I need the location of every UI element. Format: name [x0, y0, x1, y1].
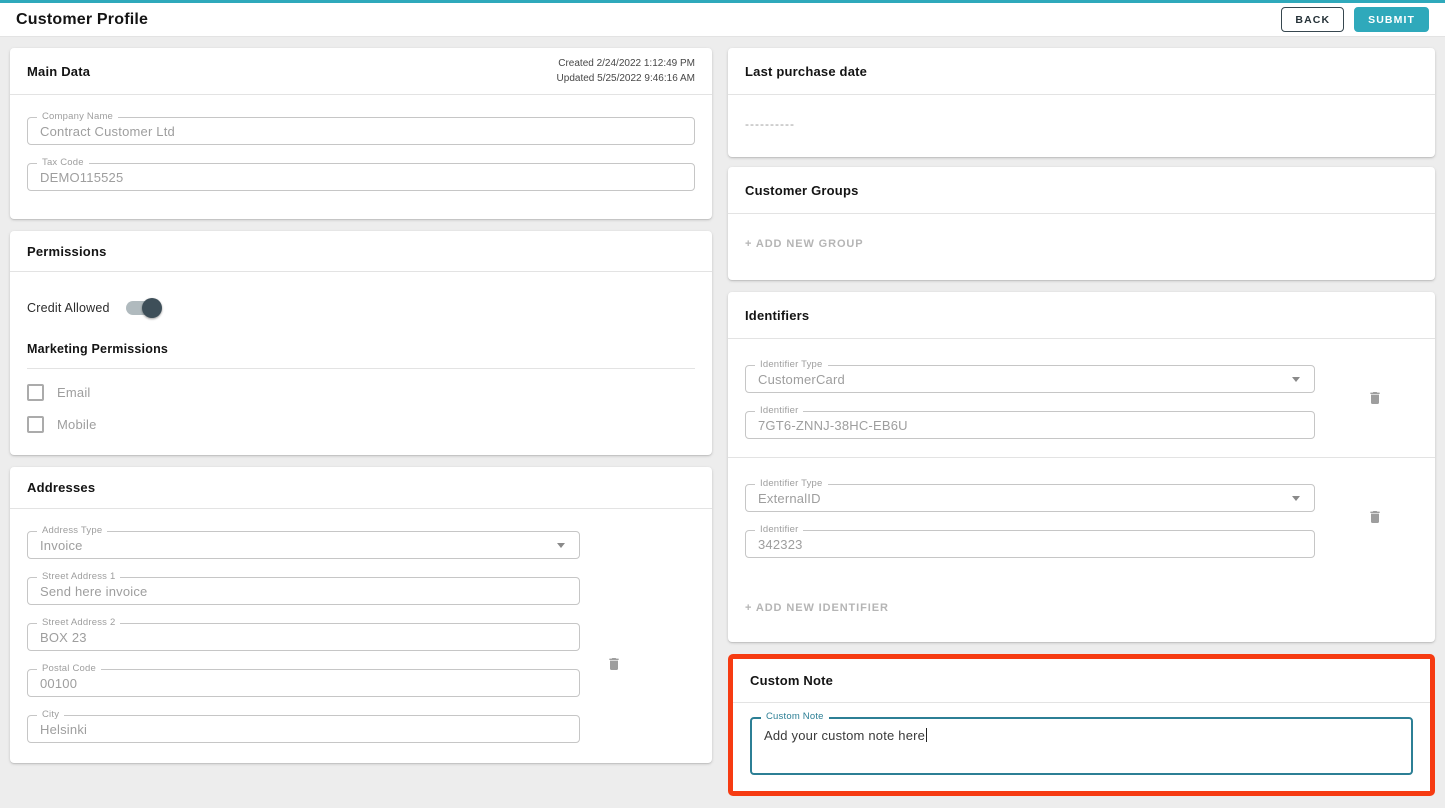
custom-note-field-label: Custom Note [761, 711, 829, 722]
main-data-title: Main Data [27, 64, 90, 79]
postal-code-field[interactable]: Postal Code [27, 669, 580, 697]
street-address-1-label: Street Address 1 [37, 571, 120, 582]
street-address-2-input[interactable] [40, 630, 567, 645]
address-type-value[interactable] [40, 538, 567, 553]
permissions-title: Permissions [27, 244, 107, 259]
delete-identifier-icon[interactable] [1367, 508, 1383, 526]
addresses-title: Addresses [27, 480, 95, 495]
tax-code-label: Tax Code [37, 157, 89, 168]
identifier-row: Identifier Type Identifier [728, 339, 1435, 458]
postal-code-input[interactable] [40, 676, 567, 691]
identifiers-header: Identifiers [728, 292, 1435, 339]
identifiers-title: Identifiers [745, 308, 809, 323]
custom-note-title: Custom Note [750, 673, 833, 688]
custom-note-card: Custom Note Custom Note Add your custom … [733, 659, 1430, 791]
credit-allowed-row: Credit Allowed [27, 298, 695, 318]
custom-note-textarea[interactable]: Custom Note Add your custom note here [750, 717, 1413, 775]
addresses-body: Address Type Street Address 1 Street Add… [10, 509, 712, 763]
address-fields: Address Type Street Address 1 Street Add… [27, 531, 580, 743]
address-type-label: Address Type [37, 525, 107, 536]
company-name-label: Company Name [37, 111, 118, 122]
identifier-input[interactable] [758, 418, 1302, 433]
city-field[interactable]: City [27, 715, 580, 743]
permissions-body: Credit Allowed Marketing Permissions Ema… [10, 272, 712, 455]
company-name-input[interactable] [40, 124, 682, 139]
identifier-type-select[interactable]: Identifier Type [745, 484, 1315, 512]
last-purchase-card: Last purchase date ---------- [728, 48, 1435, 157]
street-address-1-input[interactable] [40, 584, 567, 599]
delete-address-icon[interactable] [606, 655, 622, 673]
street-address-2-label: Street Address 2 [37, 617, 120, 628]
addresses-card: Addresses Address Type Street Address 1 … [10, 467, 712, 763]
updated-timestamp: Updated 5/25/2022 9:46:16 AM [557, 71, 695, 86]
identifier-label: Identifier [755, 524, 803, 535]
checkbox-label: Email [57, 385, 91, 400]
text-cursor [926, 728, 927, 742]
identifier-type-label: Identifier Type [755, 359, 828, 370]
customer-groups-header: Customer Groups [728, 167, 1435, 214]
tax-code-field[interactable]: Tax Code [27, 163, 695, 191]
identifiers-card: Identifiers Identifier Type Identifier [728, 292, 1435, 642]
identifier-input[interactable] [758, 537, 1302, 552]
street-address-1-field[interactable]: Street Address 1 [27, 577, 580, 605]
checkbox-icon[interactable] [27, 416, 44, 433]
marketing-permissions-title: Marketing Permissions [27, 342, 695, 369]
customer-groups-card: Customer Groups + ADD NEW GROUP [728, 167, 1435, 280]
checkbox-label: Mobile [57, 417, 97, 432]
last-purchase-header: Last purchase date [728, 48, 1435, 95]
last-purchase-value: ---------- [728, 95, 1435, 157]
customer-groups-body: + ADD NEW GROUP [728, 214, 1435, 280]
identifier-type-select[interactable]: Identifier Type [745, 365, 1315, 393]
credit-allowed-toggle[interactable] [126, 298, 160, 318]
identifier-type-value[interactable] [758, 491, 1302, 506]
main-data-body: Company Name Tax Code [10, 95, 712, 219]
submit-button[interactable]: SUBMIT [1354, 7, 1429, 32]
checkbox-icon[interactable] [27, 384, 44, 401]
custom-note-header: Custom Note [733, 659, 1430, 703]
custom-note-body: Custom Note Add your custom note here [733, 703, 1430, 791]
identifiers-footer: + ADD NEW IDENTIFIER [728, 576, 1435, 642]
back-button[interactable]: BACK [1281, 7, 1344, 32]
identifier-type-label: Identifier Type [755, 478, 828, 489]
add-new-identifier-button[interactable]: + ADD NEW IDENTIFIER [728, 586, 906, 636]
identifier-fields: Identifier Type Identifier [745, 365, 1315, 439]
custom-note-text: Add your custom note here [764, 728, 925, 743]
main-data-card: Main Data Created 2/24/2022 1:12:49 PM U… [10, 48, 712, 219]
left-column: Main Data Created 2/24/2022 1:12:49 PM U… [10, 48, 712, 775]
city-input[interactable] [40, 722, 567, 737]
city-label: City [37, 709, 64, 720]
street-address-2-field[interactable]: Street Address 2 [27, 623, 580, 651]
content: Main Data Created 2/24/2022 1:12:49 PM U… [0, 37, 1445, 808]
top-bar: Customer Profile BACK SUBMIT [0, 0, 1445, 37]
permissions-card: Permissions Credit Allowed Marketing Per… [10, 231, 712, 455]
identifier-field[interactable]: Identifier [745, 530, 1315, 558]
main-data-header: Main Data Created 2/24/2022 1:12:49 PM U… [10, 48, 712, 95]
company-name-field[interactable]: Company Name [27, 117, 695, 145]
tax-code-input[interactable] [40, 170, 682, 185]
address-type-select[interactable]: Address Type [27, 531, 580, 559]
addresses-header: Addresses [10, 467, 712, 509]
identifier-type-value[interactable] [758, 372, 1302, 387]
right-column: Last purchase date ---------- Customer G… [728, 48, 1435, 808]
permissions-header: Permissions [10, 231, 712, 272]
customer-groups-title: Customer Groups [745, 183, 859, 198]
marketing-option-mobile[interactable]: Mobile [27, 416, 695, 433]
identifier-fields: Identifier Type Identifier [745, 484, 1315, 558]
postal-code-label: Postal Code [37, 663, 101, 674]
last-purchase-title: Last purchase date [745, 64, 867, 79]
delete-identifier-icon[interactable] [1367, 389, 1383, 407]
toggle-knob [142, 298, 162, 318]
identifier-row: Identifier Type Identifier [728, 458, 1435, 576]
add-new-group-button[interactable]: + ADD NEW GROUP [728, 214, 881, 280]
identifier-label: Identifier [755, 405, 803, 416]
marketing-option-email[interactable]: Email [27, 384, 695, 401]
created-updated-meta: Created 2/24/2022 1:12:49 PM Updated 5/2… [557, 56, 695, 86]
created-timestamp: Created 2/24/2022 1:12:49 PM [557, 56, 695, 71]
credit-allowed-label: Credit Allowed [27, 301, 110, 315]
topbar-actions: BACK SUBMIT [1281, 7, 1429, 32]
page-title: Customer Profile [16, 11, 148, 29]
custom-note-highlight-box: Custom Note Custom Note Add your custom … [728, 654, 1435, 796]
identifier-field[interactable]: Identifier [745, 411, 1315, 439]
